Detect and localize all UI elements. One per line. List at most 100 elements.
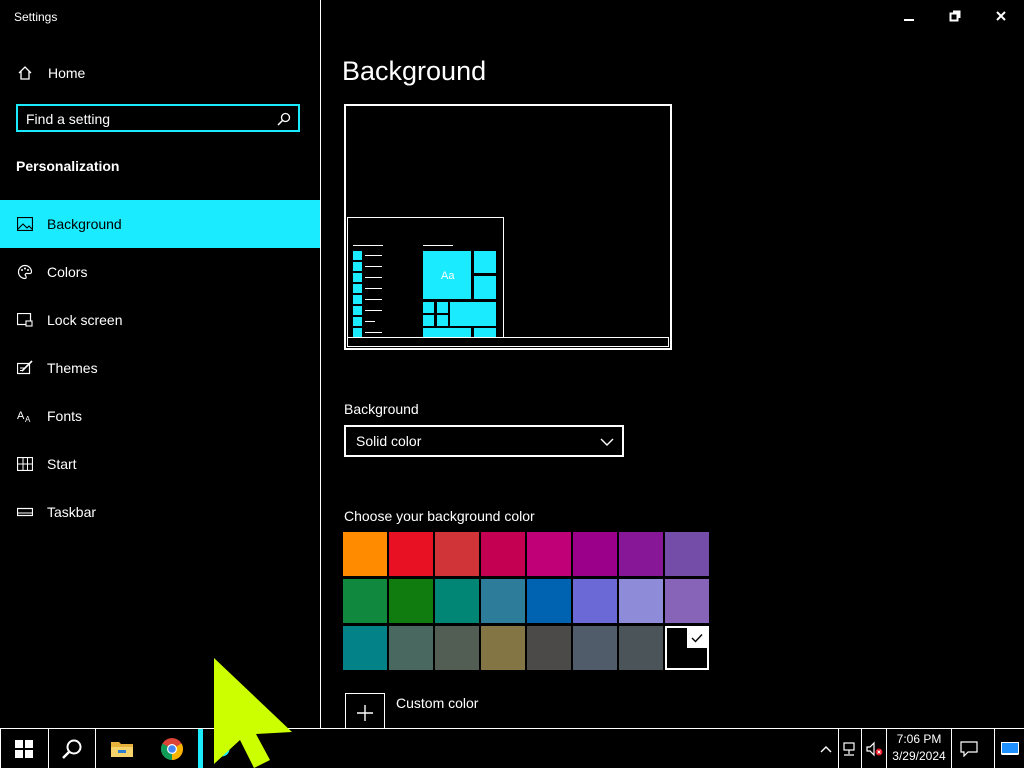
taskbar-icon bbox=[16, 503, 34, 521]
show-desktop-button[interactable] bbox=[996, 729, 1024, 768]
home-icon bbox=[16, 64, 34, 82]
clock-date: 3/29/2024 bbox=[892, 749, 946, 763]
color-swatch[interactable] bbox=[435, 579, 479, 623]
color-swatch[interactable] bbox=[573, 626, 617, 670]
sidebar-item-label: Colors bbox=[47, 264, 88, 280]
settings-window: Settings Home Personalization Background bbox=[0, 0, 1024, 733]
close-icon bbox=[996, 11, 1006, 21]
network-button[interactable] bbox=[839, 729, 861, 768]
color-swatch[interactable] bbox=[343, 579, 387, 623]
color-swatch[interactable] bbox=[389, 532, 433, 576]
main-content: Background Aa Background Solid color Cho… bbox=[321, 32, 1024, 733]
color-swatch[interactable] bbox=[389, 626, 433, 670]
chevron-up-icon bbox=[820, 745, 832, 752]
search-icon[interactable] bbox=[276, 111, 292, 127]
desktop-icon bbox=[1001, 741, 1019, 755]
sidebar-item-label: Taskbar bbox=[47, 504, 97, 520]
clock-time: 7:06 PM bbox=[896, 732, 942, 746]
chevron-down-icon bbox=[600, 438, 614, 446]
sidebar-item-colors[interactable]: Colors bbox=[0, 248, 320, 296]
color-swatch[interactable] bbox=[573, 532, 617, 576]
color-swatch[interactable] bbox=[343, 626, 387, 670]
start-icon bbox=[16, 455, 34, 473]
search-icon bbox=[62, 739, 82, 759]
minimize-button[interactable] bbox=[886, 0, 932, 32]
color-swatch[interactable] bbox=[527, 532, 571, 576]
sidebar-item-fonts[interactable]: AA Fonts bbox=[0, 392, 320, 440]
color-swatch[interactable] bbox=[527, 579, 571, 623]
color-swatch[interactable] bbox=[619, 626, 663, 670]
sidebar-item-taskbar[interactable]: Taskbar bbox=[0, 488, 320, 536]
color-swatch[interactable] bbox=[665, 532, 709, 576]
show-hidden-icons-button[interactable] bbox=[814, 729, 838, 768]
sidebar-item-label: Start bbox=[47, 456, 77, 472]
background-preview: Aa bbox=[344, 104, 672, 350]
chrome-button[interactable] bbox=[148, 729, 196, 768]
picture-icon bbox=[16, 215, 34, 233]
preview-taskbar bbox=[347, 337, 669, 347]
action-center-button[interactable] bbox=[952, 729, 986, 768]
fonts-icon: AA bbox=[16, 407, 34, 425]
color-swatch[interactable] bbox=[481, 532, 525, 576]
chrome-icon bbox=[161, 737, 183, 760]
checkmark-icon bbox=[687, 628, 707, 648]
color-swatch[interactable] bbox=[527, 626, 571, 670]
custom-color-button[interactable] bbox=[345, 693, 385, 733]
volume-button[interactable] bbox=[862, 729, 886, 768]
sidebar-item-label: Background bbox=[47, 216, 122, 232]
palette-icon bbox=[16, 263, 34, 281]
notification-icon bbox=[960, 740, 978, 757]
svg-text:A: A bbox=[25, 415, 31, 423]
home-label: Home bbox=[48, 65, 86, 81]
search-input[interactable] bbox=[26, 110, 266, 128]
sidebar-item-label: Lock screen bbox=[47, 312, 123, 328]
color-swatch[interactable] bbox=[573, 579, 617, 623]
restore-button[interactable] bbox=[932, 0, 978, 32]
restore-icon bbox=[949, 10, 961, 22]
close-button[interactable] bbox=[978, 0, 1024, 32]
background-label: Background bbox=[344, 401, 419, 417]
color-swatch[interactable] bbox=[665, 579, 709, 623]
color-swatch[interactable] bbox=[343, 532, 387, 576]
sidebar-item-start[interactable]: Start bbox=[0, 440, 320, 488]
window-title: Settings bbox=[14, 10, 58, 24]
search-box[interactable] bbox=[16, 104, 300, 132]
custom-color-label[interactable]: Custom color bbox=[396, 695, 478, 711]
section-title: Personalization bbox=[16, 158, 120, 174]
color-swatch[interactable] bbox=[481, 579, 525, 623]
colors-label: Choose your background color bbox=[344, 508, 535, 524]
themes-icon bbox=[16, 359, 34, 377]
color-swatch[interactable] bbox=[435, 532, 479, 576]
color-swatch[interactable] bbox=[435, 626, 479, 670]
preview-tile-text: Aa bbox=[441, 270, 455, 282]
home-link[interactable]: Home bbox=[16, 64, 85, 82]
color-swatch[interactable] bbox=[481, 626, 525, 670]
lock-screen-icon bbox=[16, 311, 34, 329]
background-select[interactable]: Solid color bbox=[344, 425, 624, 457]
taskbar: 7:06 PM 3/29/2024 bbox=[0, 728, 1024, 768]
start-button[interactable] bbox=[0, 729, 48, 768]
minimize-icon bbox=[904, 19, 914, 21]
sidebar-item-label: Themes bbox=[47, 360, 98, 376]
color-swatch[interactable] bbox=[619, 532, 663, 576]
plus-icon bbox=[357, 705, 373, 721]
file-explorer-button[interactable] bbox=[98, 729, 146, 768]
taskbar-search-button[interactable] bbox=[48, 729, 96, 768]
sidebar-item-background[interactable]: Background bbox=[0, 200, 320, 248]
clock[interactable]: 7:06 PM 3/29/2024 bbox=[888, 731, 950, 765]
preview-start-menu: Aa bbox=[347, 217, 504, 338]
sidebar-item-label: Fonts bbox=[47, 408, 83, 424]
sidebar: Home Personalization Background Colors L… bbox=[0, 32, 320, 728]
sidebar-item-themes[interactable]: Themes bbox=[0, 344, 320, 392]
windows-logo-icon bbox=[15, 739, 33, 758]
volume-muted-icon bbox=[866, 741, 883, 756]
file-explorer-icon bbox=[111, 741, 133, 757]
sidebar-item-lock-screen[interactable]: Lock screen bbox=[0, 296, 320, 344]
svg-text:A: A bbox=[17, 410, 25, 422]
network-icon bbox=[843, 741, 855, 756]
color-swatch[interactable] bbox=[389, 579, 433, 623]
background-select-value: Solid color bbox=[356, 433, 422, 449]
color-swatch[interactable] bbox=[619, 579, 663, 623]
color-swatch[interactable] bbox=[665, 626, 709, 670]
mouse-cursor-icon bbox=[214, 658, 292, 768]
